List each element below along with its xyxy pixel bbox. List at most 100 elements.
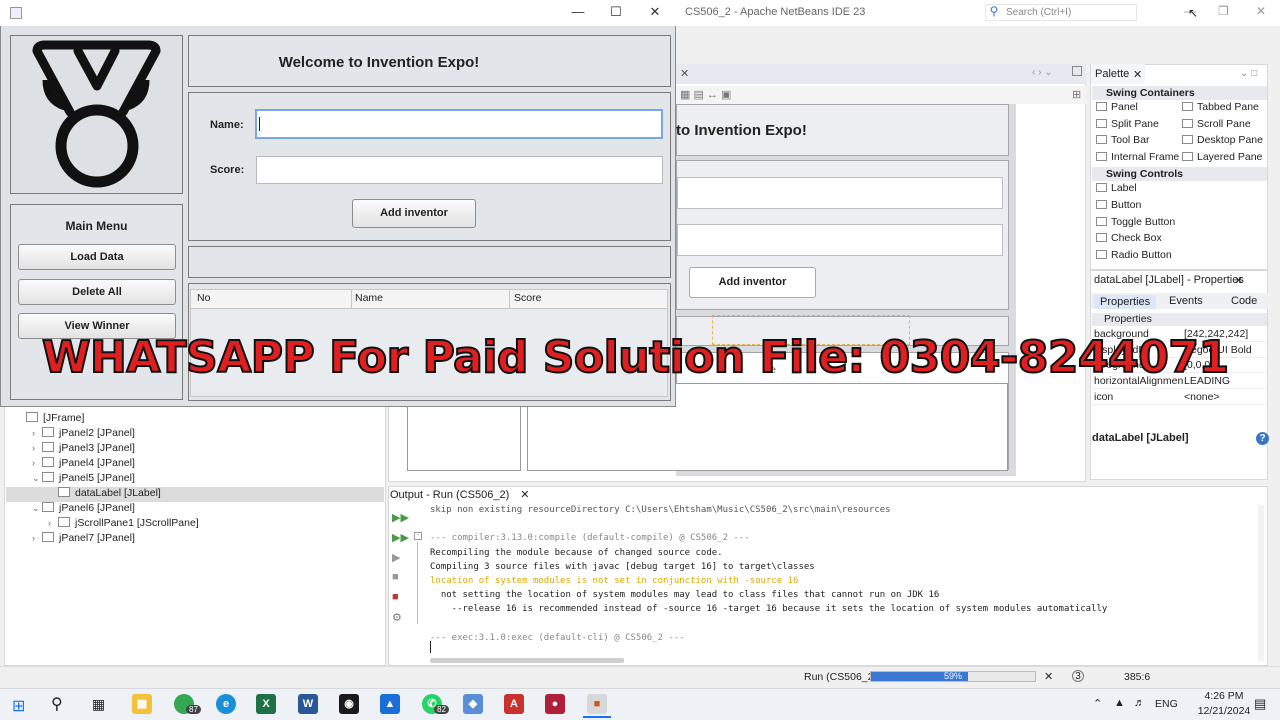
column-header-name[interactable]: Name [355, 292, 383, 304]
design-add-button[interactable]: Add inventor [689, 267, 816, 298]
properties-tab-properties[interactable]: Properties [1094, 295, 1157, 309]
wifi-icon[interactable]: ▲ [1114, 697, 1125, 709]
navigator-item[interactable]: [JFrame] [6, 412, 384, 427]
column-header-no[interactable]: No [197, 292, 210, 304]
status-run-label[interactable]: Run (CS506_2) [804, 671, 877, 683]
output-text[interactable]: skip non existing resourceDirectory C:\U… [430, 503, 1107, 645]
navigator-item[interactable]: › jPanel4 [JPanel] [6, 457, 384, 472]
clock-time[interactable]: 4:26 PM [1203, 690, 1245, 702]
palette-item[interactable]: Desktop Pane [1182, 134, 1263, 150]
plus-icon[interactable]: ⊞ [1072, 88, 1081, 101]
close-icon[interactable]: ✕ [1133, 68, 1142, 81]
palette-item[interactable]: Check Box [1096, 232, 1162, 248]
palette-item[interactable]: Layered Pane [1182, 151, 1262, 167]
delete-all-button[interactable]: Delete All [18, 279, 176, 305]
palette-item[interactable]: Label [1096, 182, 1137, 198]
palette-section-controls[interactable]: Swing Controls [1092, 167, 1267, 181]
design-name-field[interactable] [677, 177, 1003, 209]
maximize-icon[interactable] [1072, 66, 1082, 76]
navigator-item[interactable]: dataLabel [JLabel] [6, 487, 384, 502]
palette-item[interactable]: Tool Bar [1096, 134, 1150, 150]
terminate-icon[interactable]: ■ [392, 591, 406, 603]
column-separator[interactable] [351, 290, 352, 309]
access-icon[interactable]: A [504, 694, 524, 714]
tree-toggle-icon[interactable]: › [48, 518, 58, 528]
ide-maximize-button[interactable]: ❐ [1218, 4, 1229, 18]
palette-item[interactable]: Scroll Pane [1182, 118, 1251, 134]
notifications-badge[interactable]: 3 [1072, 670, 1084, 682]
navigator-item[interactable]: ⌄ jPanel6 [JPanel] [6, 502, 384, 517]
maximize-button[interactable]: ☐ [601, 4, 631, 20]
tree-toggle-icon[interactable]: › [32, 458, 42, 468]
windows-start-icon[interactable]: ⊞ [12, 696, 25, 716]
progress-bar[interactable]: 59% [870, 671, 1036, 682]
palette-controls-icon[interactable]: ⌄ □ [1240, 68, 1257, 79]
close-icon[interactable]: ✕ [1234, 274, 1243, 287]
search-icon[interactable]: ⚲ [51, 694, 63, 714]
ide-search-input[interactable]: ⚲ Search (Ctrl+I) [985, 4, 1137, 21]
run-again-icon[interactable]: ▶▶ [392, 531, 409, 544]
navigator-item[interactable]: › jPanel2 [JPanel] [6, 427, 384, 442]
rerun-icon[interactable]: ▶▶ [392, 511, 409, 524]
properties-section[interactable]: Properties [1092, 313, 1267, 326]
close-icon[interactable]: ✕ [680, 67, 689, 80]
property-row[interactable]: icon <none> [1092, 390, 1267, 405]
file-explorer-icon[interactable]: ▦ [132, 694, 152, 714]
tree-toggle-icon[interactable]: › [32, 533, 42, 543]
photos-icon[interactable]: ▲ [380, 694, 400, 714]
camera-app-icon[interactable]: ◉ [339, 694, 359, 714]
palette-item[interactable]: Internal Frame [1096, 151, 1179, 167]
cancel-progress-icon[interactable]: ✕ [1044, 670, 1053, 683]
navigator-item[interactable]: ⌄ jPanel5 [JPanel] [6, 472, 384, 487]
palette-item[interactable]: Split Pane [1096, 118, 1159, 134]
ide-close-button[interactable]: ✕ [1256, 4, 1266, 18]
properties-tab-code[interactable]: Code [1231, 295, 1257, 307]
close-icon[interactable]: ✕ [520, 489, 529, 501]
close-button[interactable]: ✕ [640, 4, 670, 20]
design-welcome-label[interactable]: to Invention Expo! [676, 122, 807, 139]
load-data-button[interactable]: Load Data [18, 244, 176, 270]
palette-section-containers[interactable]: Swing Containers [1092, 86, 1267, 100]
tree-toggle-icon[interactable]: › [32, 443, 42, 453]
palette-item[interactable]: Tabbed Pane [1182, 101, 1259, 117]
excel-icon[interactable]: X [256, 694, 276, 714]
task-view-icon[interactable]: ▦ [92, 696, 105, 713]
palette-item[interactable]: Radio Button [1096, 249, 1172, 265]
cube-app-icon[interactable]: ◆ [463, 694, 483, 714]
language-indicator[interactable]: ENG [1155, 698, 1178, 710]
recorder-icon[interactable]: ● [545, 694, 565, 714]
score-input[interactable] [256, 156, 663, 184]
add-inventor-button[interactable]: Add inventor [352, 199, 476, 228]
tree-toggle-icon[interactable]: ⌄ [32, 473, 42, 484]
stop-icon[interactable]: ■ [392, 571, 406, 583]
palette-item[interactable]: Panel [1096, 101, 1138, 117]
output-vscrollbar[interactable] [1258, 505, 1264, 661]
word-icon[interactable]: W [298, 694, 318, 714]
tree-toggle-icon[interactable]: › [32, 428, 42, 438]
design-score-field[interactable] [677, 224, 1003, 256]
column-separator[interactable] [509, 290, 510, 309]
volume-icon[interactable]: ♬ [1134, 697, 1145, 709]
property-value[interactable]: <none> [1184, 391, 1220, 403]
properties-tab-events[interactable]: Events [1169, 295, 1203, 307]
tray-chevron-icon[interactable]: ⌃ [1093, 697, 1102, 710]
tree-toggle-icon[interactable]: ⌄ [32, 503, 42, 514]
name-input[interactable] [255, 109, 663, 139]
column-header-score[interactable]: Score [514, 292, 541, 304]
collapse-icon[interactable]: - [414, 532, 422, 540]
help-icon[interactable]: ? [1256, 432, 1269, 445]
chevron-left-icon[interactable]: ‹ › ⌄ [1032, 67, 1053, 78]
align-icon[interactable]: ▦ ▤ ↔ ▣ [680, 88, 731, 101]
navigator-item[interactable]: › jScrollPane1 [JScrollPane] [6, 517, 384, 532]
palette-item[interactable]: Button [1096, 199, 1141, 215]
navigator-item[interactable]: › jPanel7 [JPanel] [6, 532, 384, 547]
edge-icon[interactable]: e [216, 694, 236, 714]
settings-icon[interactable]: ⚙ [392, 611, 406, 624]
clock-date[interactable]: 12/21/2024 [1197, 705, 1251, 717]
netbeans-icon[interactable]: ■ [587, 694, 607, 714]
output-scrollbar[interactable] [430, 658, 624, 663]
palette-item[interactable]: Toggle Button [1096, 216, 1175, 232]
palette-tab[interactable]: Palette ✕ [1091, 64, 1145, 84]
step-icon[interactable]: ▶ [392, 551, 406, 564]
minimize-button[interactable]: — [563, 4, 593, 19]
